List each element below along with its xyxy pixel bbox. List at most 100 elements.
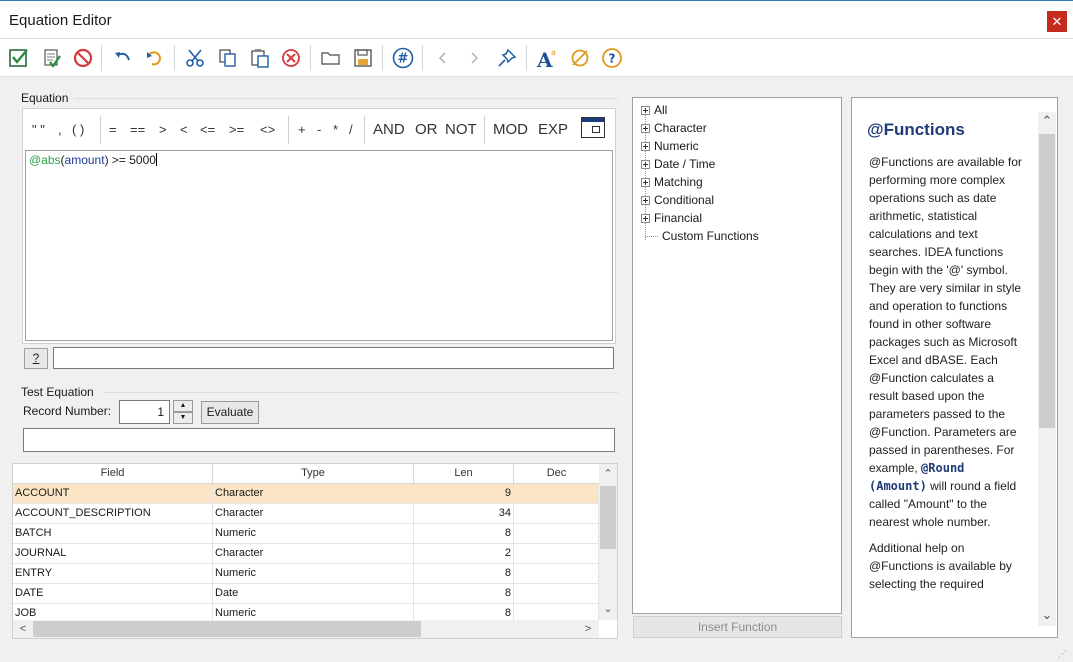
horizontal-scrollbar[interactable]: < > xyxy=(13,620,599,638)
scrollbar-thumb[interactable] xyxy=(1039,134,1055,428)
scroll-down-icon[interactable]: ⌄ xyxy=(599,600,617,618)
column-header-dec[interactable]: Dec xyxy=(514,464,599,484)
expand-icon[interactable] xyxy=(641,124,650,133)
multiply-operator[interactable]: * xyxy=(333,122,338,137)
exp-operator[interactable]: EXP xyxy=(538,121,568,138)
validate-exit-icon[interactable] xyxy=(7,46,31,70)
open-icon[interactable] xyxy=(319,46,343,70)
tree-item[interactable]: Financial xyxy=(641,209,702,227)
insert-function-button[interactable]: Insert Function xyxy=(633,616,842,638)
function-tree: All Character Numeric Date / Time Matching Co… xyxy=(632,97,842,614)
evaluate-button[interactable]: Evaluate xyxy=(201,401,259,424)
tree-item-label: Custom Functions xyxy=(662,229,759,243)
cut-icon[interactable] xyxy=(183,46,207,70)
mod-operator[interactable]: MOD xyxy=(493,121,528,138)
less-than-operator[interactable]: < xyxy=(180,122,188,137)
plus-operator[interactable]: + xyxy=(298,122,306,137)
undo-icon[interactable] xyxy=(111,46,135,70)
scroll-down-icon[interactable]: ⌄ xyxy=(1038,606,1056,624)
spin-down-icon[interactable]: ▼ xyxy=(173,412,193,424)
quotes-operator[interactable]: " " xyxy=(32,122,45,137)
column-header-field[interactable]: Field xyxy=(13,464,213,484)
scroll-right-icon[interactable]: > xyxy=(579,620,597,638)
no-color-icon[interactable] xyxy=(568,46,592,70)
table-row[interactable]: DATE Date 8 xyxy=(13,584,599,604)
scroll-left-icon[interactable]: < xyxy=(14,620,32,638)
hash-icon[interactable]: # xyxy=(391,46,415,70)
table-cell-type: Character xyxy=(213,504,414,524)
close-button[interactable]: ✕ xyxy=(1047,11,1067,32)
tree-item[interactable]: Conditional xyxy=(641,191,714,209)
comma-operator[interactable]: , xyxy=(58,122,62,137)
help-text: @Functions are available for performing … xyxy=(869,153,1024,601)
back-icon[interactable] xyxy=(431,46,455,70)
validate-icon[interactable] xyxy=(40,46,64,70)
table-row[interactable]: JOURNAL Character 2 xyxy=(13,544,599,564)
record-number-input[interactable]: 1 xyxy=(119,400,170,424)
tree-item[interactable]: Matching xyxy=(641,173,703,191)
tree-item[interactable]: Character xyxy=(641,119,707,137)
table-row[interactable]: ENTRY Numeric 8 xyxy=(13,564,599,584)
cancel-icon[interactable] xyxy=(71,46,95,70)
help-scrollbar[interactable]: ⌃ ⌄ xyxy=(1038,112,1056,626)
equation-help-button[interactable]: ? xyxy=(24,348,48,369)
font-icon[interactable]: Aa xyxy=(535,46,559,70)
scrollbar-thumb[interactable] xyxy=(33,621,421,637)
svg-text:?: ? xyxy=(609,52,616,66)
scroll-up-icon[interactable]: ⌃ xyxy=(1038,112,1056,130)
tree-item-label: Date / Time xyxy=(654,157,716,171)
expression-rest: ) >= 5000 xyxy=(104,153,156,167)
forward-icon[interactable] xyxy=(462,46,486,70)
or-operator[interactable]: OR xyxy=(415,121,438,138)
record-number-spinner[interactable]: ▲ ▼ xyxy=(173,400,193,424)
operator-separator xyxy=(484,116,485,144)
double-equals-operator[interactable]: == xyxy=(130,122,145,137)
tree-item[interactable]: All xyxy=(641,101,667,119)
expand-window-button[interactable] xyxy=(581,117,605,138)
expand-icon[interactable] xyxy=(641,160,650,169)
tree-item-label: Conditional xyxy=(654,193,715,207)
table-row[interactable]: ACCOUNT_DESCRIPTION Character 34 xyxy=(13,504,599,524)
tree-item[interactable]: Numeric xyxy=(641,137,699,155)
column-header-len[interactable]: Len xyxy=(414,464,514,484)
toolbar-separator xyxy=(526,45,527,71)
expand-icon[interactable] xyxy=(641,142,650,151)
save-icon[interactable] xyxy=(351,46,375,70)
redo-icon[interactable] xyxy=(143,46,167,70)
not-equal-operator[interactable]: <> xyxy=(260,122,275,137)
equation-input[interactable]: @abs(amount) >= 5000 xyxy=(25,150,613,341)
paste-icon[interactable] xyxy=(248,46,272,70)
resize-grip-icon[interactable]: ⋰ xyxy=(1058,648,1070,660)
expand-icon[interactable] xyxy=(641,178,650,187)
expand-icon[interactable] xyxy=(641,196,650,205)
table-cell-field: ACCOUNT xyxy=(13,484,213,504)
text-caret xyxy=(155,153,157,166)
minus-operator[interactable]: - xyxy=(317,122,321,137)
help-icon[interactable]: ? xyxy=(600,46,624,70)
parens-operator[interactable]: ( ) xyxy=(72,122,84,137)
and-operator[interactable]: AND xyxy=(373,121,405,138)
toolbar-separator xyxy=(310,45,311,71)
table-cell-field: BATCH xyxy=(13,524,213,544)
greater-than-operator[interactable]: > xyxy=(159,122,167,137)
tree-item[interactable]: Date / Time xyxy=(641,155,715,173)
expand-icon[interactable] xyxy=(641,106,650,115)
equals-operator[interactable]: = xyxy=(109,122,117,137)
copy-icon[interactable] xyxy=(216,46,240,70)
expand-icon[interactable] xyxy=(641,214,650,223)
scrollbar-thumb[interactable] xyxy=(600,486,616,549)
greater-equal-operator[interactable]: >= xyxy=(229,122,244,137)
less-equal-operator[interactable]: <= xyxy=(200,122,215,137)
tree-item[interactable]: Custom Functions xyxy=(641,227,759,245)
column-header-type[interactable]: Type xyxy=(213,464,414,484)
clear-icon[interactable] xyxy=(279,46,303,70)
not-operator[interactable]: NOT xyxy=(445,121,477,138)
divide-operator[interactable]: / xyxy=(349,122,353,137)
table-header: Field Type Len Dec xyxy=(13,464,599,484)
pin-icon[interactable] xyxy=(495,46,519,70)
table-row[interactable]: BATCH Numeric 8 xyxy=(13,524,599,544)
table-row[interactable]: ACCOUNT Character 9 xyxy=(13,484,599,504)
spin-up-icon[interactable]: ▲ xyxy=(173,400,193,412)
vertical-scrollbar[interactable]: ⌃ ⌄ xyxy=(599,464,617,620)
scroll-up-icon[interactable]: ⌃ xyxy=(599,465,617,483)
